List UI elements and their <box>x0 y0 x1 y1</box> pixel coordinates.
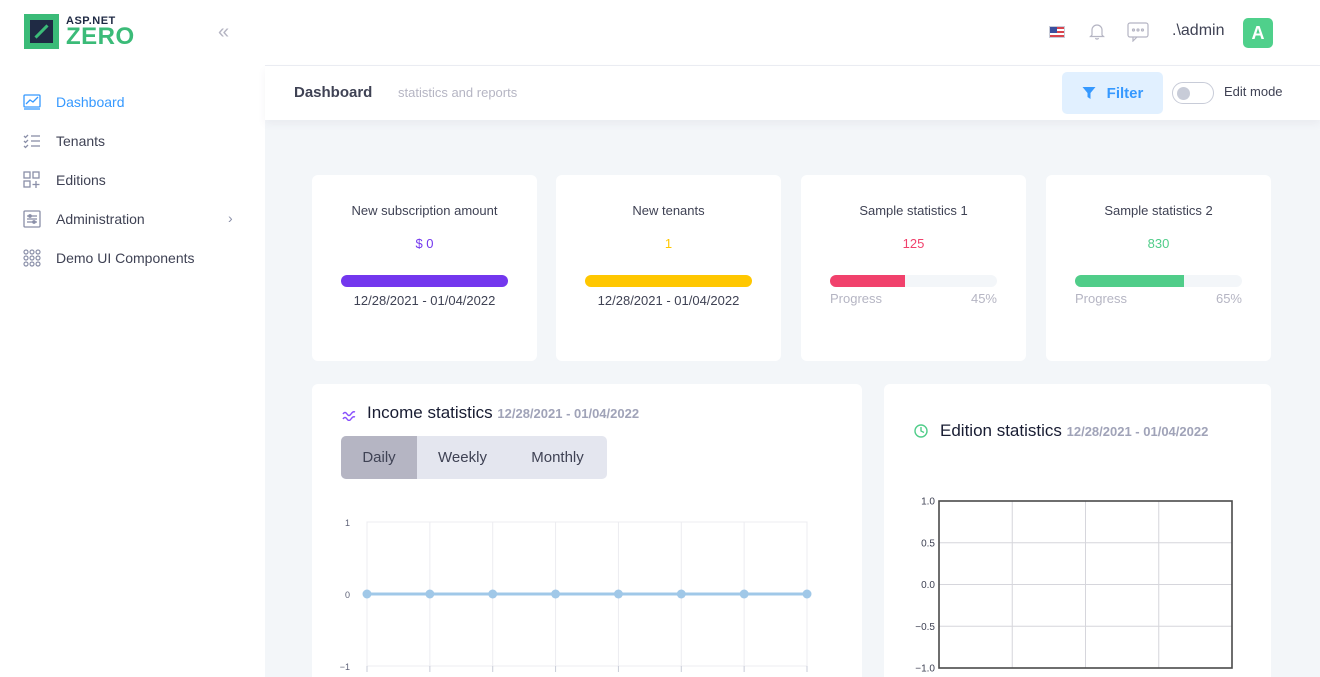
income-date: 12/28/2021 - 01/04/2022 <box>497 406 640 421</box>
stat-bar <box>341 275 508 287</box>
data-point <box>362 589 372 599</box>
stat-title: Sample statistics 1 <box>859 203 968 218</box>
y-tick-label: −1 <box>340 662 350 672</box>
sidebar-item-dashboard[interactable]: Dashboard <box>0 82 265 121</box>
period-button-group: Daily Weekly Monthly <box>341 436 607 479</box>
bell-icon[interactable] <box>1089 22 1105 40</box>
edition-title-row: Edition statistics 12/28/2021 - 01/04/20… <box>940 421 1208 441</box>
sidebar-item-editions[interactable]: Editions <box>0 160 265 199</box>
stat-value: 830 <box>1147 236 1170 251</box>
stat-card-subscription: New subscription amount $ 0 12/28/2021 -… <box>312 175 537 361</box>
top-header: .\admin A <box>265 0 1320 66</box>
toggle-knob <box>1177 87 1190 100</box>
data-point <box>676 589 686 599</box>
y-tick-label: −1.0 <box>915 664 935 675</box>
page-title: Dashboard <box>294 84 373 101</box>
edition-date: 12/28/2021 - 01/04/2022 <box>1066 424 1209 439</box>
progress-label: Progress <box>1075 291 1128 306</box>
sidebar-item-demo-ui-components[interactable]: Demo UI Components <box>0 238 265 277</box>
chart-line-icon <box>23 93 41 111</box>
clock-icon <box>914 424 928 438</box>
username[interactable]: .\admin <box>1172 22 1224 40</box>
stat-bar <box>585 275 752 287</box>
stat-title: Sample statistics 2 <box>1104 203 1213 218</box>
logo-mark-icon <box>24 14 59 49</box>
data-point <box>488 589 498 599</box>
dots-grid-icon <box>23 248 41 267</box>
stat-date: 12/28/2021 - 01/04/2022 <box>353 293 496 308</box>
flag-us-icon[interactable] <box>1049 26 1065 38</box>
income-title: Income statistics <box>367 403 493 422</box>
stat-card-sample-1: Sample statistics 1 125 Progress 45% <box>801 175 1026 361</box>
edit-mode-toggle[interactable] <box>1172 82 1214 104</box>
income-statistics-card: Income statistics 12/28/2021 - 01/04/202… <box>312 384 862 677</box>
sidebar-item-label: Dashboard <box>56 93 125 110</box>
progress-percent: 65% <box>1215 291 1242 306</box>
list-check-icon <box>23 132 41 150</box>
sidebar-item-administration[interactable]: Administration › <box>0 199 265 238</box>
edition-chart: 1.0 0.5 0.0 −0.5 −1.0 <box>915 497 1233 675</box>
logo-text-bottom: ZERO <box>66 23 135 50</box>
stat-value: 125 <box>902 236 925 251</box>
progress-track <box>1075 275 1242 287</box>
sidebar-collapse-icon[interactable]: « <box>218 22 238 42</box>
filter-button[interactable]: Filter <box>1062 72 1163 114</box>
page-subtitle: statistics and reports <box>398 85 518 100</box>
stat-date: 12/28/2021 - 01/04/2022 <box>597 293 740 308</box>
stat-value: 1 <box>664 236 673 251</box>
progress-fill <box>830 275 906 287</box>
sidebar-item-label: Administration <box>56 210 145 227</box>
chat-icon[interactable] <box>1127 22 1149 43</box>
stat-value: $ 0 <box>415 236 434 251</box>
sidebar-item-label: Editions <box>56 171 106 188</box>
y-tick-label: −0.5 <box>915 622 935 633</box>
y-tick-label: 1 <box>345 518 350 528</box>
y-tick-label: 1.0 <box>921 497 935 508</box>
income-chart: 1 0 −1 <box>340 518 812 672</box>
period-weekly-button[interactable]: Weekly <box>417 436 508 479</box>
grid-add-icon <box>23 170 41 189</box>
y-tick-label: 0.5 <box>921 538 935 549</box>
stat-card-sample-2: Sample statistics 2 830 Progress 65% <box>1046 175 1271 361</box>
sidebar: ASP.NET ZERO « Dashboard Tenants Edition… <box>0 0 265 677</box>
stat-title: New subscription amount <box>351 203 498 218</box>
edition-title: Edition statistics <box>940 421 1062 440</box>
data-point <box>551 589 561 599</box>
filter-label: Filter <box>1106 84 1144 102</box>
avatar[interactable]: A <box>1243 18 1273 48</box>
period-daily-button[interactable]: Daily <box>341 436 417 479</box>
data-point <box>613 589 623 599</box>
y-tick-label: 0.0 <box>921 580 935 591</box>
filter-icon <box>1082 86 1096 100</box>
progress-percent: 45% <box>970 291 997 306</box>
progress-track <box>830 275 997 287</box>
stat-card-new-tenants: New tenants 1 12/28/2021 - 01/04/2022 <box>556 175 781 361</box>
sidebar-item-label: Tenants <box>56 132 106 149</box>
sidebar-item-tenants[interactable]: Tenants <box>0 121 265 160</box>
chevron-right-icon: › <box>228 210 233 226</box>
subheader: Dashboard statistics and reports Filter … <box>265 66 1320 120</box>
edit-mode-label: Edit mode <box>1224 84 1283 99</box>
data-point <box>425 589 435 599</box>
y-tick-label: 0 <box>345 590 350 600</box>
progress-label: Progress <box>830 291 883 306</box>
sliders-icon <box>23 209 41 228</box>
income-title-row: Income statistics 12/28/2021 - 01/04/202… <box>367 403 639 423</box>
stat-title: New tenants <box>632 203 705 218</box>
data-point <box>739 589 749 599</box>
sidebar-item-label: Demo UI Components <box>56 249 195 266</box>
aspnetzero-logo[interactable]: ASP.NET ZERO <box>24 14 134 52</box>
progress-fill <box>1075 275 1184 287</box>
period-monthly-button[interactable]: Monthly <box>508 436 607 479</box>
wave-chart-icon <box>342 408 356 422</box>
edition-statistics-card: Edition statistics 12/28/2021 - 01/04/20… <box>884 384 1271 677</box>
data-point <box>802 589 812 599</box>
sidebar-menu: Dashboard Tenants Editions Administratio… <box>0 82 265 277</box>
